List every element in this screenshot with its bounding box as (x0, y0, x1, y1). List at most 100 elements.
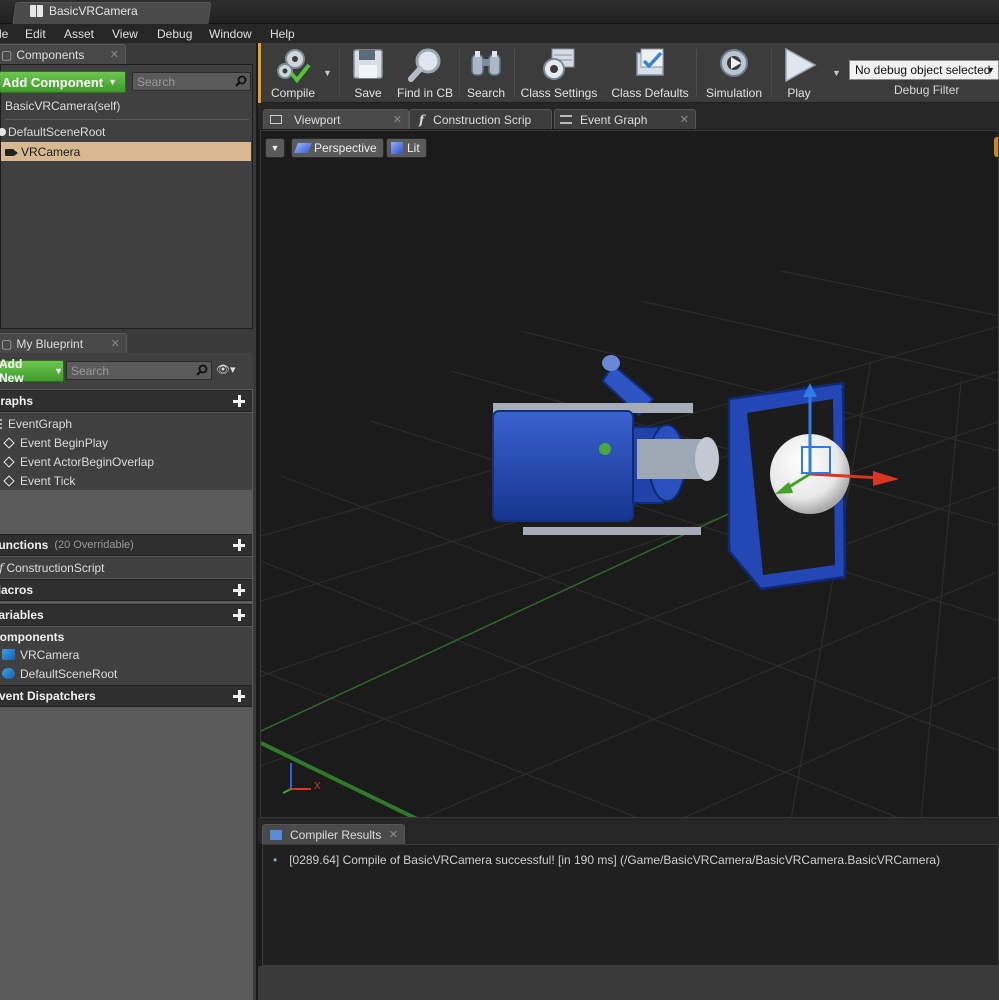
chevron-down-icon: ▼ (54, 366, 63, 376)
components-tab-label: Components (16, 47, 85, 62)
add-dispatcher-icon[interactable] (232, 689, 246, 703)
find-in-cb-button[interactable]: Find in CB (393, 43, 457, 103)
graph-item-eventgraph[interactable]: EventGraph (0, 414, 250, 433)
simulation-button[interactable]: Simulation (701, 43, 767, 103)
compiler-results-icon (270, 829, 282, 840)
section-functions-label: Functions (0, 538, 49, 552)
compiler-results-panel: • [0289.64] Compile of BasicVRCamera suc… (262, 844, 999, 966)
tab-compiler-results[interactable]: Compiler Results ✕ (262, 824, 405, 844)
menu-help[interactable]: Help (270, 27, 295, 41)
close-icon[interactable]: ✕ (680, 113, 689, 126)
visibility-eye-icon[interactable]: 👁▾ (216, 363, 236, 376)
play-label: Play (787, 86, 811, 100)
class-settings-button[interactable]: Class Settings (520, 43, 598, 103)
grid-axis-green-bold (261, 741, 418, 817)
compile-options-chevron-icon[interactable]: ▼ (323, 68, 332, 78)
tree-item-defaultsceneroot[interactable]: DefaultSceneRoot (0, 122, 251, 141)
my-blueprint-tab[interactable]: ▢ My Blueprint ✕ (0, 333, 127, 353)
graph-icon (560, 115, 572, 124)
tab-viewport[interactable]: Viewport ✕ (263, 109, 409, 129)
close-icon[interactable]: ✕ (393, 113, 402, 126)
variable-item-defaultsceneroot[interactable]: DefaultSceneRoot (0, 664, 250, 683)
self-row[interactable]: BasicVRCamera(self) (1, 96, 251, 115)
document-tab-content[interactable]: BasicVRCamera (30, 4, 138, 18)
variable-item-vrcamera[interactable]: VRCamera (0, 645, 250, 664)
menu-debug[interactable]: Debug (157, 27, 192, 41)
menu-view[interactable]: View (112, 27, 138, 41)
search-label: Search (466, 86, 506, 100)
add-component-button[interactable]: Add Component ▼ (0, 71, 126, 93)
my-blueprint-tab-label: My Blueprint (16, 336, 84, 351)
add-graph-icon[interactable] (232, 394, 246, 408)
lit-button[interactable]: Lit (386, 138, 427, 158)
compiler-results-tab-bar: Compiler Results ✕ (258, 818, 999, 844)
play-button[interactable]: Play (777, 43, 821, 103)
tab-event-graph-label: Event Graph (580, 112, 648, 127)
viewport[interactable]: X ▼ Perspective Lit (260, 130, 999, 818)
tab-viewport-label: Viewport (294, 112, 341, 127)
graph-icon (0, 418, 6, 429)
debug-object-value: No debug object selected (855, 63, 991, 77)
class-defaults-checklist-icon (636, 48, 664, 76)
graph-item-label: Event Tick (20, 473, 76, 488)
menu-asset[interactable]: Asset (64, 27, 94, 41)
components-category-label: Components (0, 629, 65, 644)
function-icon: f (419, 112, 425, 127)
search-button[interactable]: Search (463, 43, 509, 103)
perspective-button[interactable]: Perspective (291, 138, 384, 158)
compiler-result-line[interactable]: • [0289.64] Compile of BasicVRCamera suc… (273, 853, 940, 867)
section-graphs[interactable]: Graphs (0, 390, 252, 412)
graph-item-beginplay[interactable]: Event BeginPlay (0, 433, 250, 452)
class-defaults-label: Class Defaults (611, 86, 689, 100)
components-category[interactable]: Components (0, 627, 250, 646)
tab-construction-script-label: Construction Scrip (433, 112, 532, 127)
tree-item-vrcamera[interactable]: VRCamera (1, 142, 251, 161)
viewport-options-button[interactable]: ▼ (265, 138, 285, 158)
play-options-chevron-icon[interactable]: ▼ (832, 68, 841, 78)
close-icon[interactable]: ✕ (389, 828, 398, 841)
chevron-down-icon: ▼ (108, 77, 118, 87)
viewport-tab-icon (270, 115, 282, 124)
close-icon[interactable]: ✕ (110, 48, 119, 61)
blueprint-search-input[interactable]: Search (66, 361, 212, 380)
chevron-down-icon: ▼ (986, 65, 995, 75)
section-event-dispatchers[interactable]: Event Dispatchers (0, 685, 252, 707)
tab-construction-script[interactable]: f Construction Scrip (409, 109, 552, 129)
add-function-icon[interactable] (232, 538, 246, 552)
simulation-label: Simulation (705, 86, 763, 100)
class-defaults-button[interactable]: Class Defaults (610, 43, 690, 103)
graph-item-tick[interactable]: Event Tick (0, 471, 250, 490)
menu-file[interactable]: File (0, 27, 8, 41)
compile-button[interactable]: Compile (264, 43, 322, 103)
play-triangle-icon (785, 47, 817, 83)
title-bar: BasicVRCamera (0, 0, 999, 24)
my-blueprint-panel: Add New ▼ Search 👁▾ Graphs EventGraph Ev… (0, 353, 253, 1000)
function-item-constructionscript[interactable]: f ConstructionScript (0, 558, 250, 577)
add-variable-icon[interactable] (232, 608, 246, 622)
menu-bar: File Edit Asset View Debug Window Help (0, 24, 999, 43)
section-variables[interactable]: Variables (0, 604, 252, 626)
debug-object-select[interactable]: No debug object selected ▼ (849, 60, 999, 80)
tree-item-label: DefaultSceneRoot (8, 124, 106, 139)
graph-item-label: Event ActorBeginOverlap (20, 454, 155, 469)
add-new-button[interactable]: Add New ▼ (0, 357, 64, 385)
menu-edit[interactable]: Edit (25, 27, 46, 41)
components-tab-icon: ▢ (1, 47, 13, 62)
menu-window[interactable]: Window (209, 27, 252, 41)
bottom-strip (258, 966, 999, 1000)
search-icon (196, 364, 208, 376)
section-macros[interactable]: Macros (0, 579, 252, 601)
save-button[interactable]: Save (346, 43, 390, 103)
graph-item-actorbeginoverlap[interactable]: Event ActorBeginOverlap (0, 452, 250, 471)
components-tab[interactable]: ▢ Components ✕ (0, 44, 126, 64)
close-icon[interactable]: ✕ (111, 337, 120, 350)
graph-item-label: Event BeginPlay (20, 435, 109, 450)
camera-icon (5, 147, 19, 157)
event-diamond-icon (3, 455, 15, 468)
components-search-input[interactable]: Search (132, 72, 251, 91)
scene-root-icon (0, 127, 6, 136)
compiler-result-text: [0289.64] Compile of BasicVRCamera succe… (289, 853, 941, 867)
add-macro-icon[interactable] (232, 583, 246, 597)
section-functions[interactable]: Functions (20 Overridable) (0, 534, 252, 556)
tab-event-graph[interactable]: Event Graph ✕ (554, 109, 696, 129)
